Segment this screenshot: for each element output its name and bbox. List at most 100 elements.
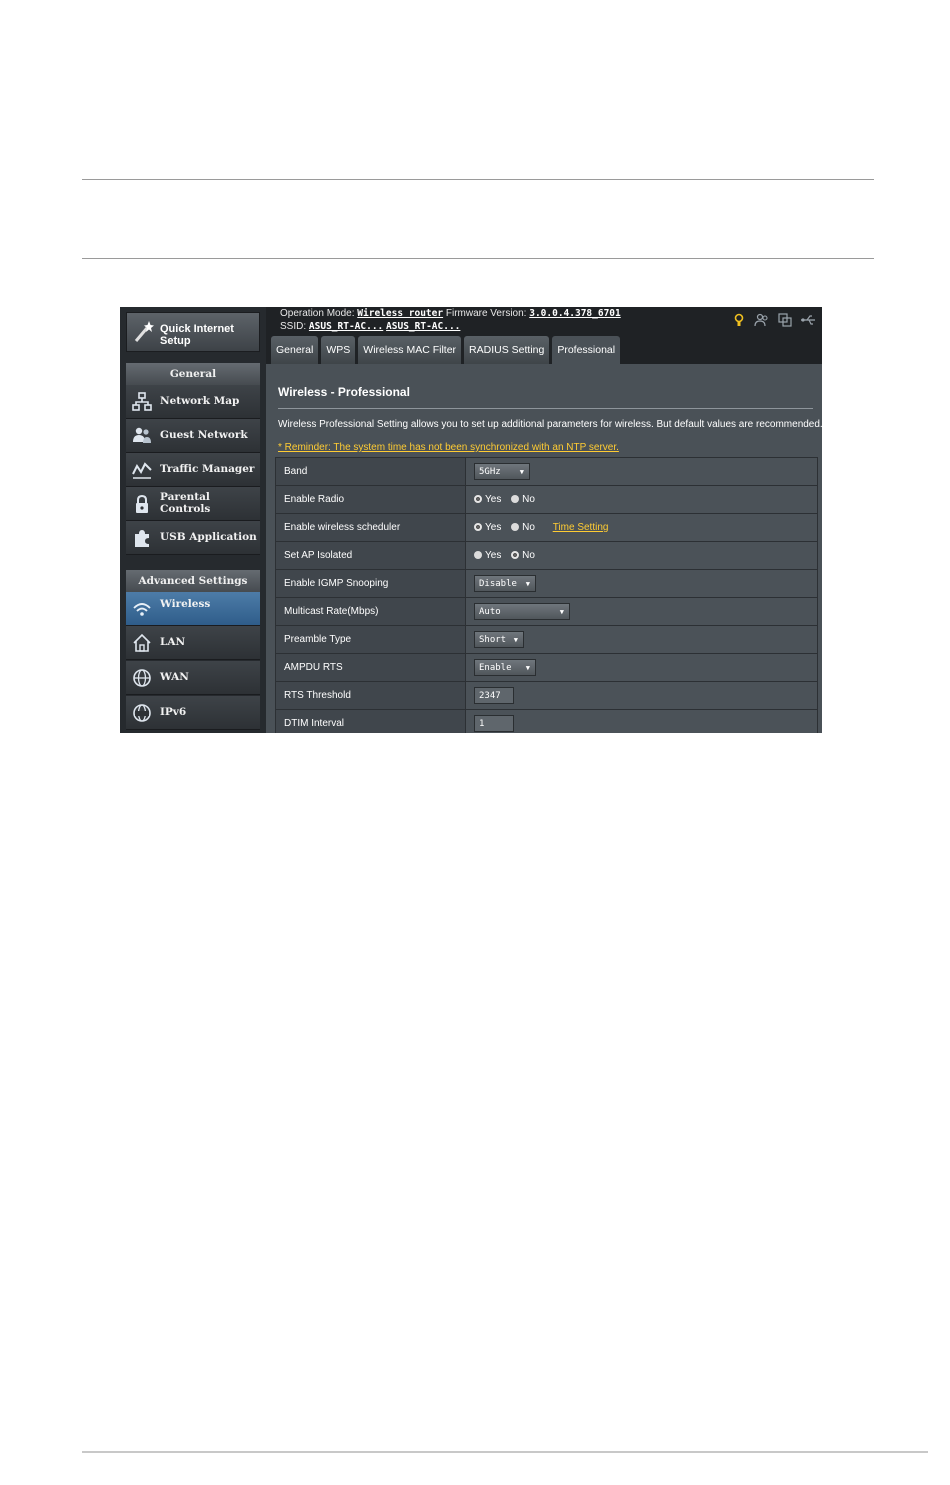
enable-radio-no-radio[interactable]: [511, 495, 520, 504]
scheduler-no-radio[interactable]: [511, 523, 520, 532]
operation-mode-line: Operation Mode: Wireless router Firmware…: [280, 308, 621, 319]
usb-icon[interactable]: [800, 313, 816, 327]
page-title: Wireless - Professional: [278, 385, 410, 399]
ipv6-globe-icon: [133, 704, 151, 722]
tab-professional[interactable]: Professional: [552, 336, 621, 364]
table-row: Preamble Type Short: [275, 625, 818, 654]
page-description: Wireless Professional Setting allows you…: [278, 419, 822, 430]
settings-table: Band 5GHz Enable Radio Yes No Enable wir…: [275, 457, 818, 733]
sidebar-item-label: Guest Network: [160, 429, 248, 441]
ssid-link-1[interactable]: ASUS_RT-AC...: [309, 321, 383, 332]
sidebar-item-label: Network Map: [160, 395, 240, 407]
sidebar-item-wireless[interactable]: Wireless: [126, 592, 260, 626]
router-admin-screenshot: Quick Internet Setup General Network Map…: [120, 307, 822, 733]
guest-network-icon: [133, 427, 151, 443]
multicast-label: Multicast Rate(Mbps): [275, 597, 466, 626]
advanced-settings-header: Advanced Settings: [126, 570, 260, 592]
sidebar-item-traffic-manager[interactable]: Traffic Manager: [126, 453, 260, 487]
sidebar-item-network-map[interactable]: Network Map: [126, 385, 260, 419]
table-row: Enable IGMP Snooping Disable: [275, 569, 818, 598]
sidebar-item-wan[interactable]: WAN: [126, 661, 260, 695]
band-select[interactable]: 5GHz: [474, 463, 530, 481]
sidebar: Quick Internet Setup General Network Map…: [120, 307, 266, 733]
table-row: Enable Radio Yes No: [275, 485, 818, 514]
time-setting-link[interactable]: Time Setting: [553, 522, 609, 533]
radio-label-no: No: [522, 549, 535, 561]
light-bulb-icon[interactable]: [731, 313, 747, 327]
ntp-reminder-link[interactable]: * Reminder: The system time has not been…: [278, 442, 619, 453]
tab-wps[interactable]: WPS: [321, 336, 356, 364]
radio-label-no: No: [522, 493, 535, 505]
ap-isolated-yes-radio[interactable]: [474, 551, 482, 560]
radio-label-no: No: [522, 521, 535, 533]
sidebar-item-label: IPv6: [160, 706, 187, 718]
table-row: AMPDU RTS Enable: [275, 653, 818, 682]
table-row: Set AP Isolated Yes No: [275, 541, 818, 570]
rts-label: RTS Threshold: [275, 681, 466, 710]
sidebar-item-label: Traffic Manager: [160, 463, 255, 475]
qis-label: Quick Internet Setup: [160, 323, 234, 347]
magic-wand-icon: [134, 321, 154, 342]
table-row: Band 5GHz: [275, 457, 818, 486]
sidebar-item-guest-network[interactable]: Guest Network: [126, 419, 260, 453]
sidebar-item-label: USB Application: [160, 531, 257, 543]
ssid-line: SSID: ASUS_RT-AC... ASUS_RT-AC...: [280, 321, 460, 332]
tab-radius-setting[interactable]: RADIUS Setting: [464, 336, 550, 364]
general-header: General: [126, 363, 260, 385]
quick-internet-setup-button[interactable]: Quick Internet Setup: [126, 312, 260, 352]
table-row: DTIM Interval 1: [275, 709, 818, 733]
ap-isolated-label: Set AP Isolated: [275, 541, 466, 570]
second-rule: [82, 258, 874, 259]
network-map-icon: [132, 392, 152, 411]
tab-bar: General WPS Wireless MAC Filter RADIUS S…: [271, 336, 621, 364]
radio-label-yes: Yes: [485, 549, 502, 561]
sidebar-item-ipv6[interactable]: IPv6: [126, 696, 260, 730]
rts-threshold-input[interactable]: 2347: [474, 687, 514, 704]
ssid-label: SSID:: [280, 321, 307, 332]
radio-label-yes: Yes: [485, 493, 502, 505]
title-divider: [278, 408, 813, 409]
ampdu-select[interactable]: Enable: [474, 659, 536, 677]
sidebar-item-label: Parental Controls: [160, 491, 211, 515]
sidebar-item-parental-controls[interactable]: Parental Controls: [126, 487, 260, 521]
band-label: Band: [275, 457, 466, 486]
bottom-rule: [82, 1451, 928, 1453]
sidebar-item-lan[interactable]: LAN: [126, 626, 260, 660]
tab-wireless-mac-filter[interactable]: Wireless MAC Filter: [358, 336, 462, 364]
ap-isolated-no-radio[interactable]: [511, 551, 520, 560]
firmware-version-link[interactable]: 3.0.0.4.378_6701: [529, 308, 621, 319]
table-row: Enable wireless scheduler Yes No Time Se…: [275, 513, 818, 542]
clients-icon[interactable]: [754, 313, 770, 327]
top-rule: [82, 179, 874, 180]
operation-mode-link[interactable]: Wireless router: [357, 308, 443, 319]
scheduler-yes-radio[interactable]: [474, 523, 482, 532]
enable-radio-label: Enable Radio: [275, 485, 466, 514]
igmp-select[interactable]: Disable: [474, 575, 536, 593]
scheduler-label: Enable wireless scheduler: [275, 513, 466, 542]
puzzle-icon: [135, 530, 149, 547]
ssid-link-2[interactable]: ASUS_RT-AC...: [386, 321, 460, 332]
dtim-label: DTIM Interval: [275, 709, 466, 733]
status-icons: [731, 313, 816, 327]
wifi-icon: [133, 603, 151, 616]
sidebar-item-usb-application[interactable]: USB Application: [126, 521, 260, 555]
home-icon: [133, 633, 151, 652]
traffic-manager-icon: [132, 462, 152, 479]
lock-icon: [136, 494, 148, 513]
tab-general[interactable]: General: [271, 336, 319, 364]
firmware-label: Firmware Version:: [445, 308, 527, 319]
ampdu-label: AMPDU RTS: [275, 653, 466, 682]
dtim-interval-input[interactable]: 1: [474, 715, 514, 732]
igmp-label: Enable IGMP Snooping: [275, 569, 466, 598]
operation-mode-label: Operation Mode:: [280, 308, 355, 319]
radio-label-yes: Yes: [485, 521, 502, 533]
enable-radio-yes-radio[interactable]: [474, 495, 482, 504]
devices-icon[interactable]: [777, 313, 793, 327]
table-row: RTS Threshold 2347: [275, 681, 818, 710]
preamble-select[interactable]: Short: [474, 631, 524, 649]
preamble-label: Preamble Type: [275, 625, 466, 654]
header-bar: Operation Mode: Wireless router Firmware…: [266, 307, 822, 364]
sidebar-item-label: Wireless: [160, 598, 211, 610]
multicast-select[interactable]: Auto: [474, 603, 570, 621]
sidebar-item-label: WAN: [160, 671, 189, 683]
